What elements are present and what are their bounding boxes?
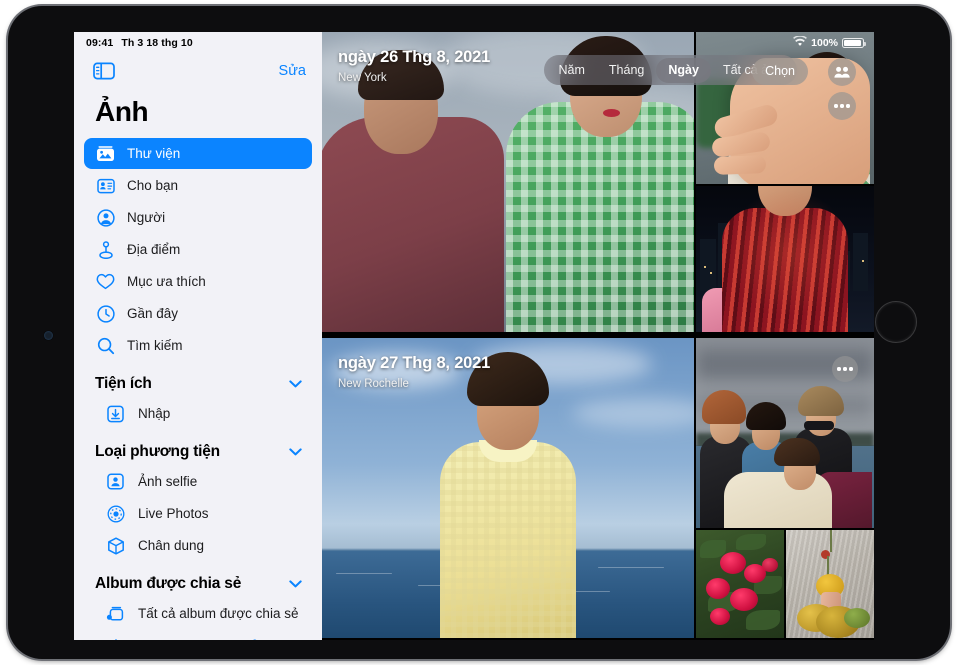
sidebar-item-chan-dung[interactable]: Chân dung bbox=[84, 530, 312, 561]
sidebar-item-cho-ban[interactable]: Cho bạn bbox=[84, 170, 312, 201]
home-button[interactable] bbox=[875, 301, 917, 343]
sidebar-item-label: Mục ưa thích bbox=[127, 274, 206, 289]
segment-ngay[interactable]: Ngày bbox=[656, 58, 711, 83]
select-button[interactable]: Chọn bbox=[752, 58, 808, 85]
plus-icon bbox=[105, 635, 126, 640]
ipad-screen: ngày 26 Thg 8, 2021 New York bbox=[74, 32, 874, 640]
chevron-down-icon[interactable] bbox=[289, 443, 302, 461]
battery-percent-label: 100% bbox=[811, 37, 838, 49]
section-title: Album được chia sẻ bbox=[95, 575, 241, 593]
sidebar-section-items-album-duoc-chia-se: Tất cả album được chia sẻ Album được chi… bbox=[74, 598, 322, 640]
photo-grid-main: ngày 26 Thg 8, 2021 New York bbox=[322, 32, 874, 640]
sidebar-item-muc-ua-thich[interactable]: Mục ưa thích bbox=[84, 266, 312, 297]
ipad-device-frame: ngày 26 Thg 8, 2021 New York bbox=[8, 6, 950, 659]
sidebar-primary-nav: Thư viện Cho bạn bbox=[74, 138, 322, 361]
photo-library-icon bbox=[95, 143, 116, 164]
selfie-icon bbox=[105, 471, 126, 492]
date-header: ngày 27 Thg 8, 2021 New Rochelle bbox=[338, 354, 490, 390]
status-bar-left: 09:41 Th 3 18 thg 10 bbox=[74, 32, 322, 54]
more-ellipsis-icon[interactable] bbox=[832, 356, 858, 382]
live-photos-icon bbox=[105, 503, 126, 524]
sidebar-item-label: Chân dung bbox=[138, 538, 204, 553]
night-city-red-outfit-photo[interactable] bbox=[696, 186, 874, 332]
front-camera-icon bbox=[44, 331, 53, 340]
sidebar-item-label: Tìm kiếm bbox=[127, 338, 183, 353]
sidebar-item-live-photos[interactable]: Live Photos bbox=[84, 498, 312, 529]
group-of-four-waterfront-photo[interactable] bbox=[696, 338, 874, 528]
sidebar-toggle-icon[interactable] bbox=[93, 62, 115, 80]
sidebar-item-tat-ca-album-duoc-chia-se[interactable]: Tất cả album được chia sẻ bbox=[84, 598, 312, 629]
sidebar-item-label: Địa điểm bbox=[127, 242, 180, 257]
sidebar-section-items-tien-ich: Nhập bbox=[74, 398, 322, 429]
clock-icon bbox=[95, 303, 116, 324]
red-roses-photo[interactable] bbox=[696, 530, 784, 638]
sidebar-item-nguoi[interactable]: Người bbox=[84, 202, 312, 233]
sidebar-section-items-loai-phuong-tien: Ảnh selfie Live Photos bbox=[74, 466, 322, 561]
yellow-dress-waterfront-photo[interactable]: ngày 27 Thg 8, 2021 New Rochelle bbox=[322, 338, 694, 638]
sidebar-section-header-loai-phuong-tien[interactable]: Loại phương tiện bbox=[74, 430, 322, 466]
sidebar-item-tim-kiem[interactable]: Tìm kiếm bbox=[84, 330, 312, 361]
search-icon bbox=[95, 335, 116, 356]
sidebar-item-label: Ảnh selfie bbox=[138, 474, 197, 489]
sidebar-item-dia-diem[interactable]: Địa điểm bbox=[84, 234, 312, 265]
edit-button[interactable]: Sửa bbox=[279, 63, 306, 79]
photo-section: ngày 27 Thg 8, 2021 New Rochelle bbox=[322, 338, 874, 638]
sidebar: Sửa Ảnh Thư viện bbox=[74, 32, 322, 640]
photo-section: ngày 26 Thg 8, 2021 New York bbox=[322, 32, 874, 332]
date-location: New York bbox=[338, 72, 490, 84]
people-person-icon bbox=[95, 207, 116, 228]
sidebar-item-nhap[interactable]: Nhập bbox=[84, 398, 312, 429]
segment-thang[interactable]: Tháng bbox=[597, 58, 656, 83]
section-title: Loại phương tiện bbox=[95, 443, 220, 461]
battery-icon bbox=[842, 38, 864, 49]
sidebar-item-label: Người bbox=[127, 210, 165, 225]
more-ellipsis-icon[interactable] bbox=[828, 92, 856, 120]
sidebar-item-label: Tất cả album được chia sẻ bbox=[138, 606, 298, 621]
sidebar-item-label: Cho bạn bbox=[127, 178, 178, 193]
location-pin-icon bbox=[95, 239, 116, 260]
sidebar-item-anh-selfie[interactable]: Ảnh selfie bbox=[84, 466, 312, 497]
sidebar-item-gan-day[interactable]: Gần đây bbox=[84, 298, 312, 329]
chevron-down-icon[interactable] bbox=[289, 575, 302, 593]
date-location: New Rochelle bbox=[338, 378, 490, 390]
chevron-down-icon[interactable] bbox=[289, 375, 302, 393]
sidebar-item-label: Gần đây bbox=[127, 306, 178, 321]
sidebar-item-label: Nhập bbox=[138, 406, 170, 421]
sidebar-item-label: Thư viện bbox=[127, 146, 180, 161]
import-download-icon bbox=[105, 403, 126, 424]
wifi-icon bbox=[793, 36, 807, 50]
status-time: 09:41 bbox=[86, 37, 113, 49]
shared-albums-icon bbox=[105, 603, 126, 624]
sidebar-topbar: Sửa bbox=[74, 54, 322, 88]
sidebar-item-label: Album được chia sẻ mới bbox=[138, 638, 286, 640]
sidebar-item-album-duoc-chia-se-moi[interactable]: Album được chia sẻ mới bbox=[84, 630, 312, 640]
segment-nam[interactable]: Năm bbox=[547, 58, 597, 83]
portrait-cube-icon bbox=[105, 535, 126, 556]
page-title: Ảnh bbox=[74, 88, 322, 138]
still-life-squash-photo[interactable] bbox=[786, 530, 874, 638]
sidebar-item-thu-vien[interactable]: Thư viện bbox=[84, 138, 312, 169]
people-group-icon[interactable] bbox=[828, 58, 856, 86]
status-bar-right: 100% bbox=[793, 32, 864, 54]
heart-icon bbox=[95, 271, 116, 292]
status-date: Th 3 18 thg 10 bbox=[121, 37, 192, 49]
section-title: Tiện ích bbox=[95, 375, 152, 393]
sidebar-section-header-tien-ich[interactable]: Tiện ích bbox=[74, 362, 322, 398]
date-title: ngày 26 Thg 8, 2021 bbox=[338, 48, 490, 67]
sidebar-section-header-album-duoc-chia-se[interactable]: Album được chia sẻ bbox=[74, 562, 322, 598]
sidebar-item-label: Live Photos bbox=[138, 506, 209, 521]
date-header: ngày 26 Thg 8, 2021 New York bbox=[338, 48, 490, 84]
for-you-icon bbox=[95, 175, 116, 196]
date-title: ngày 27 Thg 8, 2021 bbox=[338, 354, 490, 373]
